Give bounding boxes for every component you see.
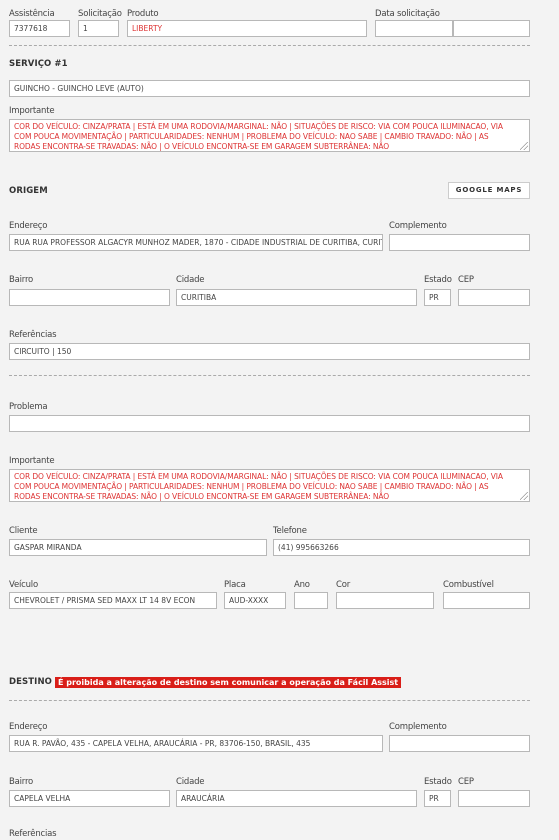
cor-field[interactable] [336,592,434,609]
placa-label: Placa [224,580,246,590]
veiculo-label: Veículo [9,580,38,590]
origem-endereco-label: Endereço [9,221,48,231]
problema-importante-label: Importante [9,456,55,466]
resize-grip-icon[interactable] [520,142,528,150]
destino-cep-field[interactable] [458,790,530,807]
assistencia-label: Assistência [9,9,55,19]
origem-endereco-field[interactable]: RUA RUA PROFESSOR ALGACYR MUNHOZ MADER, … [9,234,383,251]
problema-field[interactable] [9,415,530,432]
produto-label: Produto [127,9,159,19]
solicitacao-field[interactable]: 1 [78,20,119,37]
origem-estado-label: Estado [424,275,452,285]
servico-importante-textarea[interactable]: COR DO VEÍCULO: CINZA/PRATA | ESTÁ EM UM… [9,119,530,152]
destino-complemento-label: Complemento [389,722,447,732]
destino-cidade-label: Cidade [176,777,205,787]
origem-cidade-label: Cidade [176,275,205,285]
origem-cep-field[interactable] [458,289,530,306]
service-form: Assistência 7377618 Solicitação 1 Produt… [0,0,559,840]
divider [9,45,530,46]
destino-title: DESTINO [9,677,52,687]
origem-referencias-label: Referências [9,330,57,340]
telefone-label: Telefone [273,526,307,536]
destino-cep-label: CEP [458,777,474,787]
destino-bairro-label: Bairro [9,777,34,787]
servico-field[interactable]: GUINCHO - GUINCHO LEVE (AUTO) [9,80,530,97]
destino-alert-badge: É proibida a alteração de destino sem co… [55,677,402,688]
data-solicitacao-field[interactable] [375,20,453,37]
produto-field[interactable]: LIBERTY [127,20,367,37]
destino-estado-field[interactable]: PR [424,790,451,807]
divider [9,375,530,376]
origem-title: ORIGEM [9,186,48,196]
destino-estado-label: Estado [424,777,452,787]
resize-grip-icon[interactable] [520,492,528,500]
ano-label: Ano [294,580,310,590]
destino-complemento-field[interactable] [389,735,530,752]
destino-referencias-label: Referências [9,829,57,839]
origem-bairro-field[interactable] [9,289,170,306]
destino-endereco-label: Endereço [9,722,48,732]
destino-endereco-field[interactable]: RUA R. PAVÃO, 435 - CAPELA VELHA, ARAUCÁ… [9,735,383,752]
combustivel-field[interactable] [443,592,530,609]
cliente-label: Cliente [9,526,38,536]
google-maps-button[interactable]: GOOGLE MAPS [448,182,530,199]
destino-cidade-field[interactable]: ARAUCÁRIA [176,790,417,807]
origem-referencias-field[interactable]: CIRCUITO | 150 [9,343,530,360]
origem-complemento-label: Complemento [389,221,447,231]
cliente-field[interactable]: GASPAR MIRANDA [9,539,267,556]
origem-complemento-field[interactable] [389,234,530,251]
hora-solicitacao-field[interactable] [453,20,530,37]
servico-title: SERVIÇO #1 [9,59,68,69]
origem-cep-label: CEP [458,275,474,285]
origem-bairro-label: Bairro [9,275,34,285]
placa-field[interactable]: AUD-XXXX [224,592,286,609]
problema-importante-text: COR DO VEÍCULO: CINZA/PRATA | ESTÁ EM UM… [14,472,503,501]
problema-label: Problema [9,402,48,412]
origem-cidade-field[interactable]: CURITIBA [176,289,417,306]
origem-estado-field[interactable]: PR [424,289,451,306]
problema-importante-textarea[interactable]: COR DO VEÍCULO: CINZA/PRATA | ESTÁ EM UM… [9,469,530,502]
combustivel-label: Combustível [443,580,494,590]
ano-field[interactable] [294,592,328,609]
assistencia-field[interactable]: 7377618 [9,20,70,37]
servico-importante-text: COR DO VEÍCULO: CINZA/PRATA | ESTÁ EM UM… [14,122,503,151]
divider [9,700,530,701]
cor-label: Cor [336,580,351,590]
solicitacao-label: Solicitação [78,9,122,19]
telefone-field[interactable]: (41) 995663266 [273,539,530,556]
destino-bairro-field[interactable]: CAPELA VELHA [9,790,170,807]
servico-importante-label: Importante [9,106,55,116]
data-solicitacao-label: Data solicitação [375,9,440,19]
veiculo-field[interactable]: CHEVROLET / PRISMA SED MAXX LT 14 8V ECO… [9,592,217,609]
